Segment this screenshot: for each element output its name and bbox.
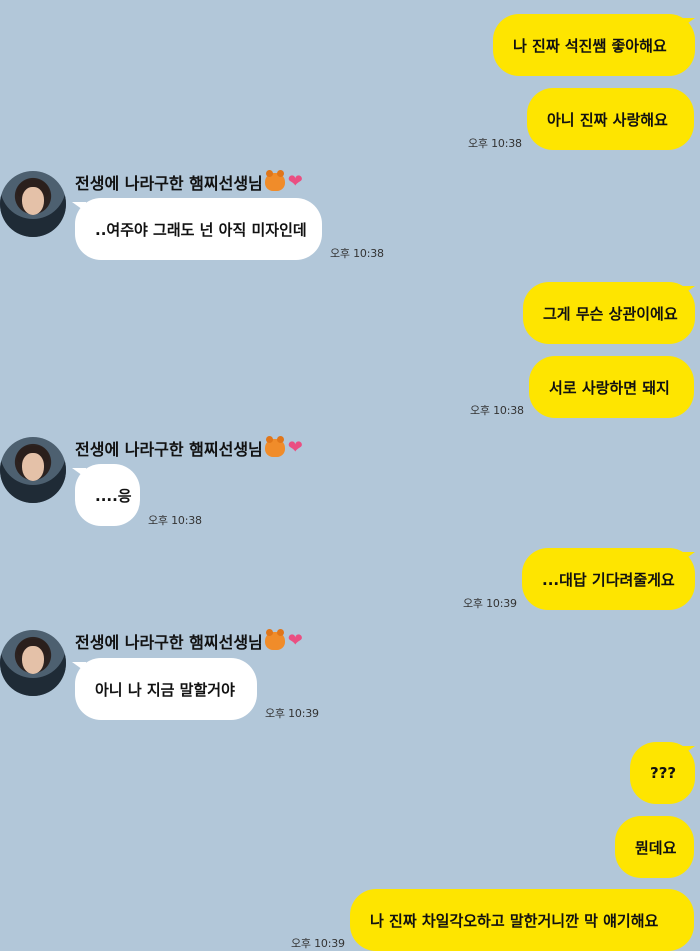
message-timestamp: 오후 10:38 [330, 247, 384, 260]
message-text: 서로 사랑하면 돼지 [549, 378, 670, 397]
my-message-bubble[interactable]: 서로 사랑하면 돼지 [529, 356, 694, 418]
their-message-bubble[interactable]: 아니 나 지금 말할거야 [75, 658, 257, 720]
message-text: 그게 무슨 상관이에요 [543, 304, 678, 323]
message-text: 나 진짜 석진쌤 좋아해요 [513, 36, 667, 55]
heart-icon: ❤ [287, 171, 303, 192]
their-message-bubble[interactable]: ..여주야 그래도 넌 아직 미자인데 [75, 198, 322, 260]
message-timestamp: 오후 10:38 [470, 404, 524, 417]
message-text: 아니 나 지금 말할거야 [95, 680, 235, 699]
message-text: 뭔데요 [635, 838, 677, 857]
message-timestamp: 오후 10:39 [291, 937, 345, 950]
message-text: 나 진짜 차일각오하고 말한거니깐 막 얘기해요 [370, 911, 659, 930]
my-message-bubble[interactable]: 아니 진짜 사랑해요 [527, 88, 694, 150]
heart-icon: ❤ [287, 437, 303, 458]
my-message-bubble[interactable]: 나 진짜 차일각오하고 말한거니깐 막 얘기해요 [350, 889, 694, 951]
my-message-bubble[interactable]: ...대답 기다려줄게요 [522, 548, 695, 610]
chat-log[interactable]: 나 진짜 석진쌤 좋아해요 아니 진짜 사랑해요 오후 10:38 전생에 나라… [0, 0, 700, 951]
message-text: ??? [650, 764, 677, 782]
sender-name: 전생에 나라구한 햄찌선생님 ❤ [75, 629, 303, 652]
message-text: ....응 [95, 486, 132, 505]
message-text: 아니 진짜 사랑해요 [547, 110, 668, 129]
my-message-bubble[interactable]: 뭔데요 [615, 816, 694, 878]
message-timestamp: 오후 10:38 [148, 514, 202, 527]
hamster-icon [264, 629, 285, 650]
my-message-bubble[interactable]: ??? [630, 742, 695, 804]
contact-avatar[interactable] [0, 437, 66, 503]
message-timestamp: 오후 10:39 [265, 707, 319, 720]
contact-avatar[interactable] [0, 630, 66, 696]
heart-icon: ❤ [287, 630, 303, 651]
my-message-bubble[interactable]: 그게 무슨 상관이에요 [523, 282, 695, 344]
hamster-icon [264, 170, 285, 191]
hamster-icon [264, 436, 285, 457]
my-message-bubble[interactable]: 나 진짜 석진쌤 좋아해요 [493, 14, 695, 76]
message-timestamp: 오후 10:38 [468, 137, 522, 150]
their-message-bubble[interactable]: ....응 [75, 464, 140, 526]
message-timestamp: 오후 10:39 [463, 597, 517, 610]
sender-name: 전생에 나라구한 햄찌선생님 ❤ [75, 436, 303, 459]
sender-name: 전생에 나라구한 햄찌선생님 ❤ [75, 170, 303, 193]
message-text: ..여주야 그래도 넌 아직 미자인데 [95, 220, 307, 239]
contact-avatar[interactable] [0, 171, 66, 237]
message-text: ...대답 기다려줄게요 [542, 570, 675, 589]
